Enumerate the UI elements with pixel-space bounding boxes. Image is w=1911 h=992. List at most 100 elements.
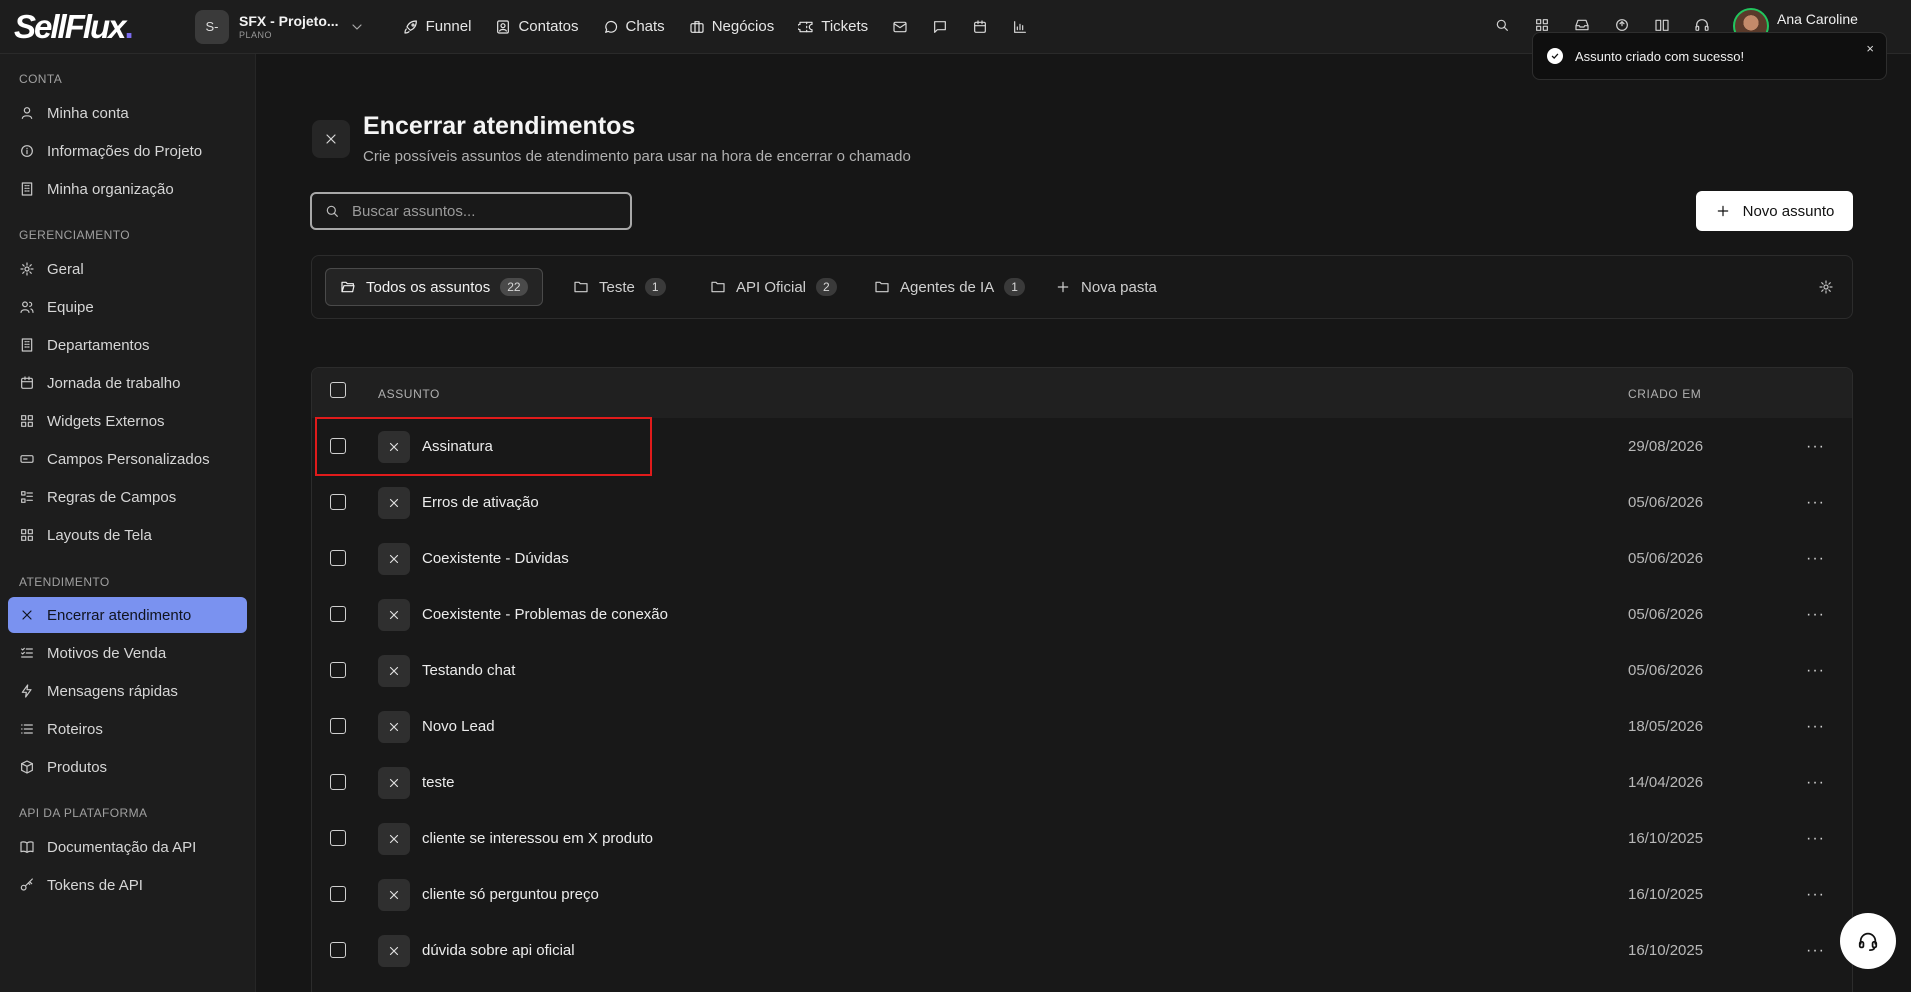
sellflux-logo[interactable]: SellFlux. (14, 8, 159, 46)
project-selector[interactable]: S- SFX - Projeto... PLANO (195, 9, 365, 44)
success-toast: Assunto criado com sucesso! × (1532, 32, 1887, 80)
row-checkbox[interactable] (330, 438, 346, 454)
table-row[interactable]: Coexistente - Dúvidas 05/06/2026 ··· (312, 530, 1852, 586)
table-row[interactable]: Erros de ativação 05/06/2026 ··· (312, 474, 1852, 530)
sidebar-item-motivos-venda[interactable]: Motivos de Venda (8, 635, 247, 671)
row-checkbox[interactable] (330, 662, 346, 678)
headset-icon (1857, 930, 1879, 952)
close-page-button[interactable] (312, 120, 350, 158)
sidebar-item-informacoes-projeto[interactable]: Informações do Projeto (8, 133, 247, 169)
sidebar-item-produtos[interactable]: Produtos (8, 749, 247, 785)
calendar-icon[interactable] (972, 19, 988, 35)
close-icon (323, 131, 339, 147)
bar-chart-icon[interactable] (1012, 19, 1028, 35)
row-checkbox[interactable] (330, 774, 346, 790)
column-header-assunto: ASSUNTO (378, 387, 440, 401)
more-options-icon[interactable]: ··· (1806, 438, 1825, 456)
input-field-icon (19, 451, 35, 467)
nav-contatos[interactable]: Contatos (495, 18, 579, 35)
nav-negocios[interactable]: Negócios (689, 18, 774, 35)
nav-chats[interactable]: Chats (603, 18, 665, 35)
folder-tab-agentes-ia[interactable]: Agentes de IA 1 (860, 268, 1039, 306)
row-checkbox[interactable] (330, 942, 346, 958)
nav-funnel[interactable]: Funnel (403, 18, 471, 35)
folder-tab-todos[interactable]: Todos os assuntos 22 (325, 268, 543, 306)
briefcase-icon (689, 19, 705, 35)
sidebar-item-geral[interactable]: Geral (8, 251, 247, 287)
table-row[interactable]: Novo Lead 18/05/2026 ··· (312, 698, 1852, 754)
row-checkbox[interactable] (330, 494, 346, 510)
table-row[interactable]: dúvida sobre api oficial 16/10/2025 ··· (312, 922, 1852, 978)
sidebar-item-minha-organizacao[interactable]: Minha organização (8, 171, 247, 207)
inbox-icon[interactable] (1574, 17, 1590, 33)
sidebar-item-documentacao-api[interactable]: Documentação da API (8, 829, 247, 865)
table-row[interactable]: Coexistente - Problemas de conexão 05/06/… (312, 586, 1852, 642)
more-options-icon[interactable]: ··· (1806, 550, 1825, 568)
sidebar-item-widgets[interactable]: Widgets Externos (8, 403, 247, 439)
subject-name: teste (422, 774, 455, 791)
row-checkbox[interactable] (330, 606, 346, 622)
table-row[interactable]: teste 14/04/2026 ··· (312, 754, 1852, 810)
mail-icon[interactable] (892, 19, 908, 35)
close-icon (378, 431, 410, 463)
sidebar-item-roteiros[interactable]: Roteiros (8, 711, 247, 747)
table-header: ASSUNTO CRIADO EM (312, 368, 1852, 418)
gear-icon[interactable] (1818, 279, 1834, 295)
table-row[interactable]: cliente só perguntou preço 16/10/2025 ··· (312, 866, 1852, 922)
plus-icon (1715, 203, 1731, 219)
user-name: Ana Caroline (1777, 11, 1858, 27)
folder-tab-teste[interactable]: Teste 1 (559, 268, 680, 306)
headset-icon[interactable] (1694, 17, 1710, 33)
row-checkbox[interactable] (330, 886, 346, 902)
sidebar-item-regras-campos[interactable]: Regras de Campos (8, 479, 247, 515)
sidebar-item-mensagens-rapidas[interactable]: Mensagens rápidas (8, 673, 247, 709)
sidebar-item-minha-conta[interactable]: Minha conta (8, 95, 247, 131)
row-checkbox[interactable] (330, 550, 346, 566)
row-checkbox[interactable] (330, 718, 346, 734)
search-icon[interactable] (1494, 17, 1510, 33)
sidebar-item-encerrar-atendimento[interactable]: Encerrar atendimento (8, 597, 247, 633)
update-circle-icon[interactable] (1614, 17, 1630, 33)
subject-name: Coexistente - Dúvidas (422, 550, 569, 567)
sidebar-item-departamentos[interactable]: Departamentos (8, 327, 247, 363)
more-options-icon[interactable]: ··· (1806, 606, 1825, 624)
search-input[interactable] (352, 202, 612, 220)
table-row[interactable]: cliente se interessou em X produto 16/10/… (312, 810, 1852, 866)
sidebar-item-campos-personalizados[interactable]: Campos Personalizados (8, 441, 247, 477)
message-square-icon[interactable] (932, 19, 948, 35)
created-date: 29/08/2026 (1628, 438, 1704, 455)
folder-tab-api-oficial[interactable]: API Oficial 2 (696, 268, 851, 306)
user-icon (19, 105, 35, 121)
list-icon (19, 721, 35, 737)
book-icon[interactable] (1654, 17, 1670, 33)
toast-close-icon[interactable]: × (1866, 41, 1874, 56)
select-all-checkbox[interactable] (330, 382, 346, 398)
folder-count-badge: 22 (500, 278, 528, 296)
new-subject-button[interactable]: Novo assunto (1696, 191, 1853, 231)
more-options-icon[interactable]: ··· (1806, 942, 1825, 960)
more-options-icon[interactable]: ··· (1806, 774, 1825, 792)
new-folder-button[interactable]: Nova pasta (1041, 268, 1171, 306)
sidebar-item-equipe[interactable]: Equipe (8, 289, 247, 325)
row-checkbox[interactable] (330, 830, 346, 846)
more-options-icon[interactable]: ··· (1806, 830, 1825, 848)
book-open-icon (19, 839, 35, 855)
support-chat-button[interactable] (1840, 913, 1896, 969)
sidebar-item-layouts-tela[interactable]: Layouts de Tela (8, 517, 247, 553)
project-name: SFX - Projeto... (239, 13, 339, 29)
chevron-down-icon (349, 19, 365, 35)
more-options-icon[interactable]: ··· (1806, 718, 1825, 736)
more-options-icon[interactable]: ··· (1806, 494, 1825, 512)
subject-name: Erros de ativação (422, 494, 539, 511)
apps-grid-icon[interactable] (1534, 17, 1550, 33)
more-options-icon[interactable]: ··· (1806, 662, 1825, 680)
table-row[interactable]: Testando chat 05/06/2026 ··· (312, 642, 1852, 698)
table-row[interactable]: Assinatura 29/08/2026 ··· (312, 418, 1852, 474)
sidebar-item-jornada[interactable]: Jornada de trabalho (8, 365, 247, 401)
more-options-icon[interactable]: ··· (1806, 886, 1825, 904)
section-title-api: API DA PLATAFORMA (19, 806, 148, 820)
subjects-table: ASSUNTO CRIADO EM Assinatura 29/08/2026 ··… (311, 367, 1853, 992)
close-icon (378, 823, 410, 855)
sidebar-item-tokens-api[interactable]: Tokens de API (8, 867, 247, 903)
nav-tickets[interactable]: Tickets (798, 18, 868, 35)
